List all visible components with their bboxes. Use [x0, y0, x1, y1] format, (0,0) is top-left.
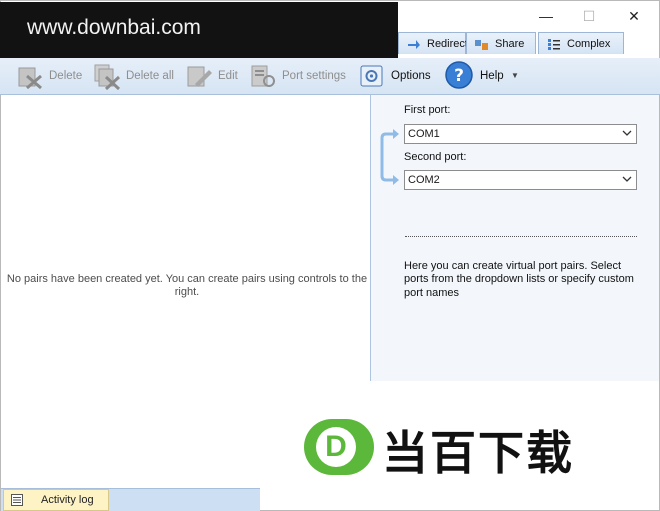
first-port-value: COM1 [408, 128, 440, 140]
divider [405, 236, 637, 237]
tab-label: Redirect [427, 38, 468, 50]
port-settings-label: Port settings [282, 70, 346, 82]
tab-label: Share [495, 38, 525, 50]
share-icon [475, 37, 489, 50]
log-icon [11, 494, 23, 506]
port-pairs-list: No pairs have been created yet. You can … [1, 95, 370, 381]
edit-label: Edit [218, 70, 238, 82]
delete-all-label: Delete all [126, 70, 174, 82]
help-button[interactable]: ? Help ▼ [444, 58, 524, 94]
logo-letter: D [316, 427, 356, 467]
complex-icon [547, 37, 561, 50]
delete-all-button[interactable]: Delete all [93, 58, 179, 94]
logo-text: 当百下载 [382, 426, 574, 480]
logo-badge: D [304, 419, 374, 475]
minimize-icon: — [539, 8, 553, 24]
second-port-label: Second port: [404, 151, 467, 163]
tab-share[interactable]: Share [466, 32, 536, 54]
port-settings-button[interactable]: Port settings [249, 58, 353, 94]
delete-all-icon [93, 62, 121, 91]
activity-log-tab[interactable]: Activity log [3, 489, 109, 511]
chevron-down-icon [622, 128, 632, 138]
toolbar: Delete Delete all Edit Port settings Opt… [0, 58, 660, 95]
first-port-select[interactable]: COM1 [404, 124, 637, 144]
options-button[interactable]: Options [360, 58, 438, 94]
first-port-label: First port: [404, 104, 451, 116]
chevron-down-icon [622, 174, 632, 184]
second-port-select[interactable]: COM2 [404, 170, 637, 190]
downbai-logo: D 当百下载 [300, 415, 620, 480]
close-icon: ✕ [628, 8, 640, 24]
tab-redirect[interactable]: Redirect [398, 32, 468, 54]
help-dropdown-icon: ▼ [511, 71, 519, 80]
pair-link-icon [376, 126, 400, 188]
edit-icon [185, 62, 213, 90]
options-label: Options [391, 70, 431, 82]
tab-label: Complex [567, 38, 611, 50]
minimize-button[interactable]: — [524, 5, 568, 27]
second-port-value: COM2 [408, 174, 440, 186]
delete-label: Delete [49, 70, 83, 82]
help-icon: ? [444, 60, 474, 90]
maximize-icon: ☐ [582, 8, 596, 24]
help-label: Help [480, 70, 504, 82]
redirect-icon [407, 37, 421, 50]
activity-log-label: Activity log [41, 494, 94, 506]
empty-pairs-message: No pairs have been created yet. You can … [6, 273, 368, 298]
port-settings-icon [249, 62, 277, 90]
delete-button[interactable]: Delete [15, 58, 87, 94]
svg-text:?: ? [454, 66, 464, 86]
watermark-text: www.downbai.com [27, 16, 201, 39]
options-icon [360, 64, 384, 88]
close-button[interactable]: ✕ [612, 5, 656, 27]
tab-complex[interactable]: Complex [538, 32, 624, 54]
edit-button[interactable]: Edit [185, 58, 245, 94]
status-bar: Activity log [1, 488, 260, 511]
delete-icon [15, 62, 43, 90]
pair-help-text: Here you can create virtual port pairs. … [404, 260, 634, 299]
maximize-button[interactable]: ☐ [567, 5, 611, 27]
watermark-banner: www.downbai.com [0, 2, 398, 58]
